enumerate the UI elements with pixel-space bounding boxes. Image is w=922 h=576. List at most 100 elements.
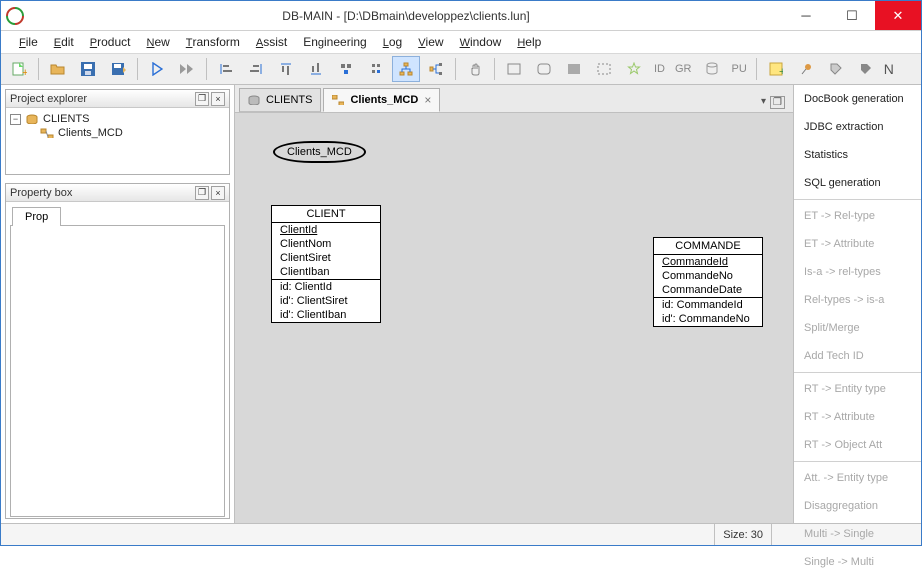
assist-docbook-generation[interactable]: DocBook generation (794, 85, 921, 113)
tab-close-icon[interactable]: × (424, 93, 431, 107)
dashed-rect-icon[interactable] (590, 56, 618, 82)
tab-clients-mcd[interactable]: Clients_MCD × (323, 88, 440, 112)
minimize-button[interactable]: ─ (783, 1, 829, 30)
rect-icon[interactable] (500, 56, 528, 82)
layout1-icon[interactable] (332, 56, 360, 82)
title-bar: DB-MAIN - [D:\DBmain\developpez\clients.… (1, 1, 921, 31)
tab-menu-icon[interactable]: ▾ (761, 96, 766, 109)
entity-attr: ClientIban (272, 265, 380, 279)
assist-split-merge: Split/Merge (794, 314, 921, 342)
rounded-rect-icon[interactable] (530, 56, 558, 82)
menu-help[interactable]: Help (511, 33, 547, 51)
tag-icon[interactable] (822, 56, 850, 82)
project-explorer-panel: Project explorer ❐ × − CLIENTS Clients_M… (5, 89, 230, 175)
tab-clients[interactable]: CLIENTS (239, 88, 321, 112)
toolbar: + ID GR PU + N (1, 53, 921, 85)
id-button[interactable]: ID (650, 63, 669, 75)
assist-is-a-rel-types: Is-a -> rel-types (794, 258, 921, 286)
entity-attr: CommandeNo (654, 269, 762, 283)
panel-restore-icon[interactable]: ❐ (195, 92, 209, 106)
hand-icon[interactable] (461, 56, 489, 82)
assist-rt-object-att: RT -> Object Att (794, 431, 921, 459)
status-size: Size: 30 (714, 524, 771, 545)
entity-id: id': ClientIban (272, 308, 380, 322)
property-box-panel: Property box ❐ × Prop (5, 183, 230, 519)
gr-button[interactable]: GR (671, 63, 696, 75)
assist-jdbc-extraction[interactable]: JDBC extraction (794, 113, 921, 141)
svg-text:+: + (779, 66, 783, 76)
assist-disaggregation: Disaggregation (794, 492, 921, 520)
entity-attr: ClientSiret (272, 251, 380, 265)
menu-new[interactable]: New (140, 33, 175, 51)
tree-child[interactable]: Clients_MCD (10, 126, 225, 140)
pin-icon[interactable] (792, 56, 820, 82)
auto-layout-icon[interactable] (392, 56, 420, 82)
panel-restore-icon[interactable]: ❐ (195, 186, 209, 200)
align-top-icon[interactable] (272, 56, 300, 82)
editor-area: CLIENTS Clients_MCD × ▾ ❐ Clients_MCDCLI… (234, 85, 793, 523)
play-icon[interactable] (143, 56, 171, 82)
menu-log[interactable]: Log (377, 33, 408, 51)
entity-attr: ClientId (272, 223, 380, 237)
svg-text:+: + (22, 67, 27, 77)
tree-layout-icon[interactable] (422, 56, 450, 82)
entity-header: COMMANDE (654, 238, 762, 255)
entity-attr: CommandeDate (654, 283, 762, 297)
menu-assist[interactable]: Assist (250, 33, 293, 51)
tree-child-label: Clients_MCD (58, 127, 123, 139)
schema-name-label[interactable]: Clients_MCD (273, 141, 366, 163)
cylinder-icon[interactable] (698, 56, 726, 82)
save-all-icon[interactable] (104, 56, 132, 82)
menu-product[interactable]: Product (84, 33, 137, 51)
schema-icon (40, 128, 54, 138)
entity-header: CLIENT (272, 206, 380, 223)
filled-rect-icon[interactable] (560, 56, 588, 82)
more-icon[interactable]: N (882, 56, 896, 82)
close-button[interactable]: ✕ (875, 1, 921, 30)
diagram-canvas[interactable]: Clients_MCD CLIENTClientIdClientNomClient… (235, 113, 793, 523)
tab-maximize-icon[interactable]: ❐ (770, 96, 785, 109)
menu-transform[interactable]: Transform (180, 33, 246, 51)
entity-id: id': ClientSiret (272, 294, 380, 308)
prop-tab[interactable]: Prop (12, 207, 61, 226)
status-bar: Size: 30 (1, 523, 921, 545)
panel-close-icon[interactable]: × (211, 186, 225, 200)
open-icon[interactable] (44, 56, 72, 82)
entity-commande[interactable]: COMMANDECommandeIdCommandeNoCommandeDate… (653, 237, 763, 327)
align-left-icon[interactable] (212, 56, 240, 82)
save-icon[interactable] (74, 56, 102, 82)
pu-button[interactable]: PU (728, 63, 751, 75)
tag-filled-icon[interactable] (852, 56, 880, 82)
align-right-icon[interactable] (242, 56, 270, 82)
star-icon[interactable] (620, 56, 648, 82)
entity-client[interactable]: CLIENTClientIdClientNomClientSiretClient… (271, 205, 381, 323)
assist-rt-entity-type: RT -> Entity type (794, 375, 921, 403)
panel-close-icon[interactable]: × (211, 92, 225, 106)
assist-single-multi: Single -> Multi (794, 548, 921, 576)
tab-label: CLIENTS (266, 94, 312, 106)
entity-id: id': CommandeNo (654, 312, 762, 326)
menu-file[interactable]: File (13, 33, 44, 51)
menu-window[interactable]: Window (454, 33, 508, 51)
assist-rt-attribute: RT -> Attribute (794, 403, 921, 431)
tab-label: Clients_MCD (350, 94, 418, 106)
new-icon[interactable]: + (5, 56, 33, 82)
note-icon[interactable]: + (762, 56, 790, 82)
schema-icon (332, 95, 344, 105)
menu-engineering[interactable]: Engineering (297, 33, 373, 51)
layout2-icon[interactable] (362, 56, 390, 82)
assist-sql-generation[interactable]: SQL generation (794, 169, 921, 197)
tree-root[interactable]: − CLIENTS (10, 112, 225, 126)
align-bottom-icon[interactable] (302, 56, 330, 82)
assist-rel-types-is-a: Rel-types -> is-a (794, 286, 921, 314)
fast-forward-icon[interactable] (173, 56, 201, 82)
menu-view[interactable]: View (412, 33, 449, 51)
menu-edit[interactable]: Edit (48, 33, 80, 51)
project-explorer-title: Project explorer (10, 93, 87, 105)
tab-strip: CLIENTS Clients_MCD × ▾ ❐ (235, 85, 793, 113)
entity-id: id: ClientId (272, 280, 380, 294)
assist-statistics[interactable]: Statistics (794, 141, 921, 169)
tree-root-label: CLIENTS (43, 113, 89, 125)
tree-collapse-icon[interactable]: − (10, 114, 21, 125)
maximize-button[interactable]: ☐ (829, 1, 875, 30)
